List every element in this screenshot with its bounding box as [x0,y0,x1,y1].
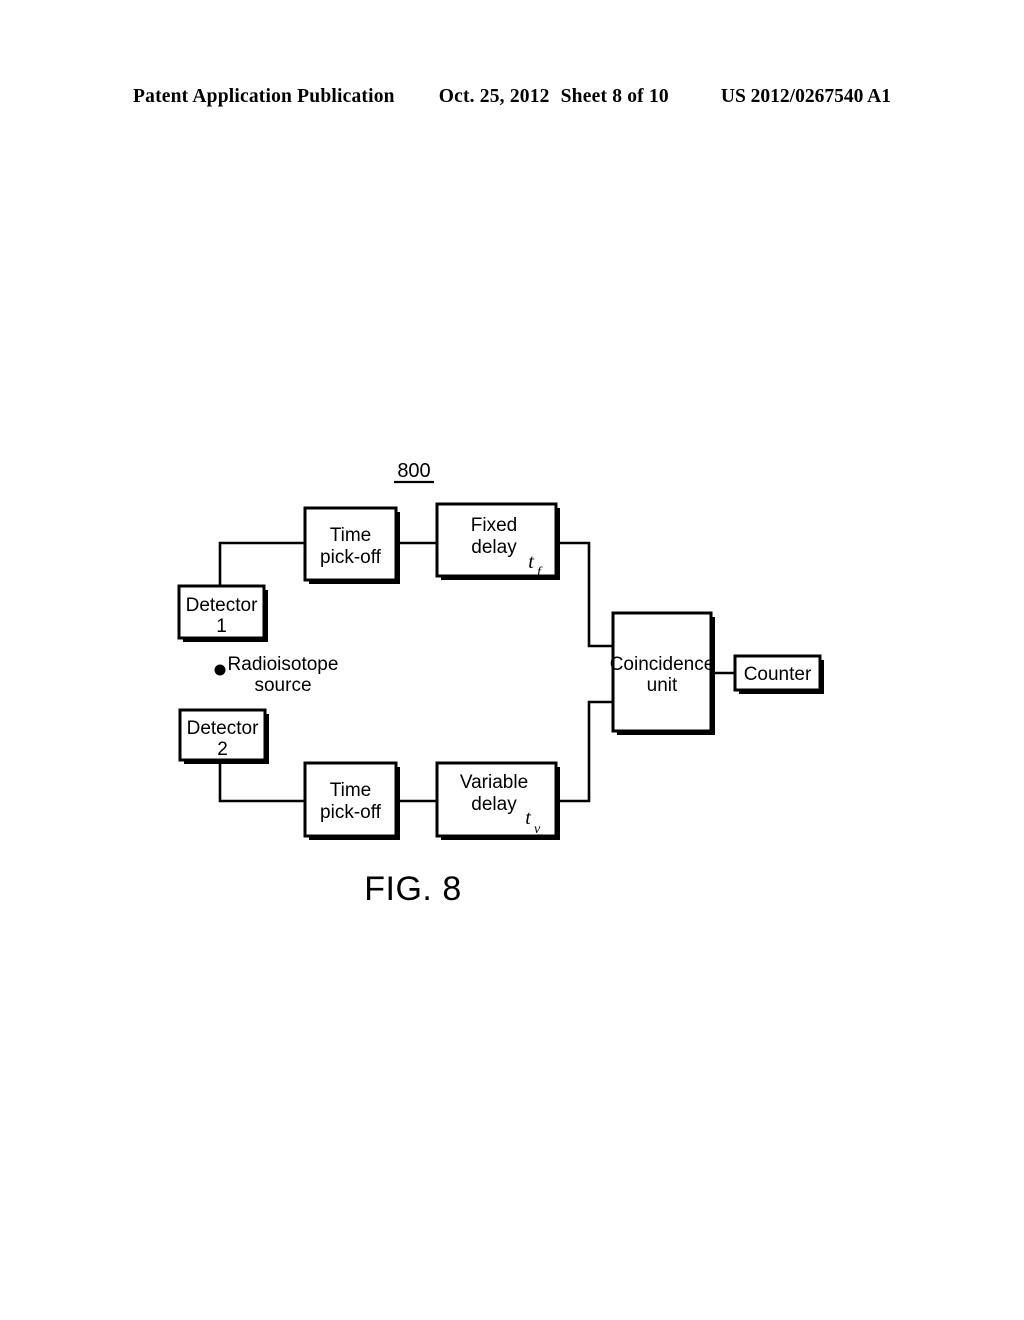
figure-caption: FIG. 8 [364,870,461,908]
counter-label: Counter [744,664,812,685]
connector-fixeddelay-to-coincidence [554,541,615,648]
detector-2-label-line1: Detector [187,718,259,739]
time-pickoff-bottom-label-line1: Time [330,780,372,801]
connector-variabledelay-to-coincidence [554,700,615,803]
time-pickoff-top-label-line2: pick-off [320,547,382,568]
fixed-delay-label-line2: delay [471,537,517,558]
coincidence-unit-label-line1: Coincidence [610,654,715,675]
reference-numeral-800: 800 [394,460,434,484]
detector-1-label-line1: Detector [186,595,258,616]
variable-delay-subscript: v [534,822,541,837]
time-pickoff-bottom-label-line2: pick-off [320,802,382,823]
variable-delay-label-line1: Variable [460,772,528,793]
connector-detector1-to-timepickoff [218,541,307,587]
fixed-delay-symbol: t [528,551,534,573]
detector-2-label-line2: 2 [217,739,228,760]
radioisotope-source: Radioisotope source [214,654,339,696]
radioisotope-source-label-line1: Radioisotope [228,654,339,675]
reference-numeral-text: 800 [397,460,430,482]
block-coincidence-unit[interactable]: Coincidence unit [610,611,715,735]
block-detector-1[interactable]: Detector 1 [177,584,268,642]
variable-delay-symbol: t [525,807,531,829]
detector-1-label-line2: 1 [216,616,227,637]
block-time-pickoff-bottom[interactable]: Time pick-off [303,761,400,840]
time-pickoff-top-label-line1: Time [330,525,372,546]
block-diagram-svg: 800 Detector 1 Detector 2 Time pick-off … [177,460,824,908]
radioisotope-source-label-line2: source [254,675,311,696]
connector-detector2-to-timepickoff [218,758,307,803]
coincidence-unit-label-line2: unit [647,675,678,696]
block-time-pickoff-top[interactable]: Time pick-off [303,506,400,584]
radioisotope-source-dot-icon [214,664,226,676]
variable-delay-label-line2: delay [471,794,517,815]
fixed-delay-label-line1: Fixed [471,515,517,536]
block-counter[interactable]: Counter [733,654,824,694]
block-fixed-delay[interactable]: Fixed delay t f [435,502,560,580]
block-variable-delay[interactable]: Variable delay t v [435,761,560,840]
block-detector-2[interactable]: Detector 2 [178,708,269,764]
figure-8-diagram: 800 Detector 1 Detector 2 Time pick-off … [0,0,1024,1320]
